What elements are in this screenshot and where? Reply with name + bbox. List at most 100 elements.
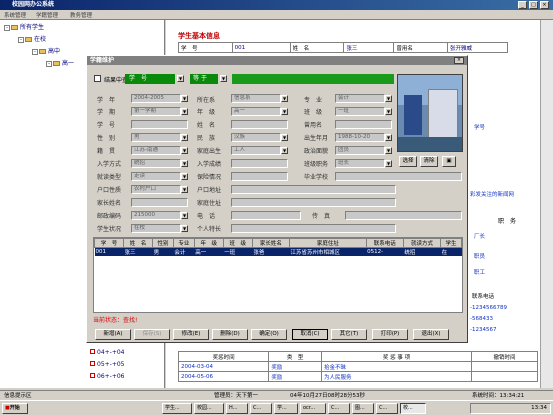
school-year-select[interactable]: 2004-2005 bbox=[131, 94, 181, 103]
phone-input[interactable] bbox=[231, 211, 301, 220]
minimize-button[interactable]: _ bbox=[518, 1, 527, 9]
parent-name-input[interactable] bbox=[131, 198, 188, 207]
other-button[interactable]: 其它(T) bbox=[331, 329, 367, 340]
chevron-down-icon[interactable]: ▼ bbox=[181, 95, 188, 102]
chevron-down-icon[interactable]: ▼ bbox=[385, 160, 392, 167]
tree-node-class[interactable]: 05+-+05 bbox=[90, 361, 125, 368]
chevron-down-icon[interactable]: ▼ bbox=[181, 225, 188, 232]
student-id-input[interactable] bbox=[131, 120, 188, 129]
column-header[interactable]: 年 级 bbox=[193, 238, 224, 248]
tree-node-enrolled[interactable]: - 在校 bbox=[18, 34, 46, 43]
clock[interactable]: 13:34 bbox=[531, 405, 547, 411]
postcode-select[interactable]: 215000 bbox=[131, 211, 181, 220]
chevron-down-icon[interactable]: ▼ bbox=[177, 75, 184, 82]
class-select[interactable]: 一班 bbox=[335, 107, 385, 116]
graduate-school-input[interactable] bbox=[335, 172, 462, 181]
column-header[interactable]: 班 级 bbox=[222, 238, 253, 248]
specialty-input[interactable] bbox=[231, 224, 396, 233]
taskbar-item[interactable]: C... bbox=[328, 403, 350, 414]
column-header[interactable]: 性别 bbox=[152, 238, 174, 248]
maximize-button[interactable]: □ bbox=[529, 1, 538, 9]
save-button[interactable]: 保存(S) bbox=[134, 329, 170, 340]
native-place-select[interactable]: 江苏-南通 bbox=[131, 146, 181, 155]
fax-input[interactable] bbox=[345, 211, 462, 220]
ok-button[interactable]: 确定(O) bbox=[251, 329, 287, 340]
add-button[interactable]: 新增(A) bbox=[95, 329, 131, 340]
chevron-down-icon[interactable]: ▼ bbox=[281, 134, 288, 141]
start-button[interactable]: ■开始 bbox=[2, 403, 28, 414]
chevron-down-icon[interactable]: ▼ bbox=[181, 186, 188, 193]
tree-node-grade1[interactable]: - 高一 bbox=[46, 58, 74, 67]
vertical-scrollbar[interactable] bbox=[540, 20, 553, 388]
hukou-type-select[interactable]: 农村户口 bbox=[131, 185, 181, 194]
entrance-score-input[interactable] bbox=[231, 159, 288, 168]
chevron-down-icon[interactable]: ▼ bbox=[281, 95, 288, 102]
chevron-down-icon[interactable]: ▼ bbox=[181, 108, 188, 115]
chevron-down-icon[interactable]: ▼ bbox=[385, 95, 392, 102]
photo-clear-button[interactable]: 清除 bbox=[420, 156, 438, 167]
study-type-select[interactable]: 走读 bbox=[131, 172, 181, 181]
taskbar-item[interactable]: C... bbox=[376, 403, 398, 414]
collapse-icon[interactable]: - bbox=[18, 36, 24, 43]
collapse-icon[interactable]: - bbox=[4, 24, 10, 31]
search-value-input[interactable] bbox=[232, 74, 394, 84]
semester-select[interactable]: 第一学期 bbox=[131, 107, 181, 116]
chevron-down-icon[interactable]: ▼ bbox=[385, 108, 392, 115]
column-header[interactable]: 家庭住址 bbox=[289, 238, 367, 248]
former-name-input[interactable] bbox=[335, 120, 392, 129]
menu-item-enrollment[interactable]: 学籍管理 bbox=[36, 11, 58, 19]
column-header[interactable]: 就读方式 bbox=[402, 238, 442, 248]
political-status-select[interactable]: 团员 bbox=[335, 146, 385, 155]
photo-select-button[interactable]: 选择 bbox=[399, 156, 417, 167]
filter-checkbox[interactable] bbox=[94, 75, 101, 82]
column-header[interactable]: 学生 bbox=[440, 238, 462, 248]
menu-item-system[interactable]: 系统管理 bbox=[4, 11, 26, 19]
hukou-address-input[interactable] bbox=[231, 185, 396, 194]
department-select[interactable]: 信息系 bbox=[231, 94, 281, 103]
dialog-close-button[interactable]: × bbox=[454, 57, 464, 64]
tree-node-class[interactable]: 04+-+04 bbox=[90, 349, 125, 356]
chevron-down-icon[interactable]: ▼ bbox=[181, 212, 188, 219]
taskbar-item[interactable]: ocr... bbox=[300, 403, 326, 414]
chevron-down-icon[interactable]: ▼ bbox=[385, 134, 392, 141]
chevron-down-icon[interactable]: ▼ bbox=[181, 173, 188, 180]
chevron-down-icon[interactable]: ▼ bbox=[281, 147, 288, 154]
taskbar-item[interactable]: 学生... bbox=[162, 403, 192, 414]
student-grid[interactable]: 学 号 姓 名 性别 专业 年 级 班 级 家长姓名 家庭住址 联系电话 就读方… bbox=[93, 237, 463, 313]
search-field-select[interactable]: 学 号 bbox=[125, 74, 175, 84]
table-row[interactable]: 001 张三 男 会计 高一 一班 张爸 江苏省苏州市相城区 0512- 统招 … bbox=[94, 247, 462, 256]
edit-button[interactable]: 修改(E) bbox=[173, 329, 209, 340]
family-origin-select[interactable]: 工人 bbox=[231, 146, 281, 155]
collapse-icon[interactable]: - bbox=[32, 48, 38, 55]
photo-save-button[interactable]: ▣ bbox=[442, 156, 456, 167]
menu-item-academic[interactable]: 教务管理 bbox=[70, 11, 92, 19]
taskbar-item[interactable]: H... bbox=[226, 403, 248, 414]
collapse-icon[interactable]: - bbox=[46, 60, 52, 67]
grade-select[interactable]: 高一 bbox=[231, 107, 281, 116]
taskbar-item-active[interactable]: 校... bbox=[400, 403, 426, 414]
chevron-down-icon[interactable]: ▼ bbox=[181, 147, 188, 154]
home-address-input[interactable] bbox=[231, 198, 396, 207]
column-header[interactable]: 联系电话 bbox=[365, 238, 404, 248]
chevron-down-icon[interactable]: ▼ bbox=[385, 147, 392, 154]
birth-date-select[interactable]: 1988-10-20 bbox=[335, 133, 385, 142]
column-header[interactable]: 姓 名 bbox=[123, 238, 154, 248]
insurance-input[interactable] bbox=[231, 172, 288, 181]
search-operator-select[interactable]: 等 于 bbox=[190, 74, 218, 84]
student-status-select[interactable]: 在校 bbox=[131, 224, 181, 233]
name-input[interactable] bbox=[231, 120, 288, 129]
tree-node-class[interactable]: 06+-+06 bbox=[90, 373, 125, 380]
tree-node-highschool[interactable]: - 高中 bbox=[32, 46, 60, 55]
chevron-down-icon[interactable]: ▼ bbox=[281, 108, 288, 115]
ethnicity-select[interactable]: 汉族 bbox=[231, 133, 281, 142]
column-header[interactable]: 学 号 bbox=[94, 238, 125, 248]
delete-button[interactable]: 删除(D) bbox=[212, 329, 248, 340]
column-header[interactable]: 家长姓名 bbox=[251, 238, 291, 248]
enroll-method-select[interactable]: 统招 bbox=[131, 159, 181, 168]
chevron-down-icon[interactable]: ▼ bbox=[220, 75, 227, 82]
gender-select[interactable]: 男 bbox=[131, 133, 181, 142]
exit-button[interactable]: 退出(X) bbox=[413, 329, 449, 340]
chevron-down-icon[interactable]: ▼ bbox=[181, 134, 188, 141]
column-header[interactable]: 专业 bbox=[172, 238, 195, 248]
taskbar-item[interactable]: 校园... bbox=[194, 403, 224, 414]
